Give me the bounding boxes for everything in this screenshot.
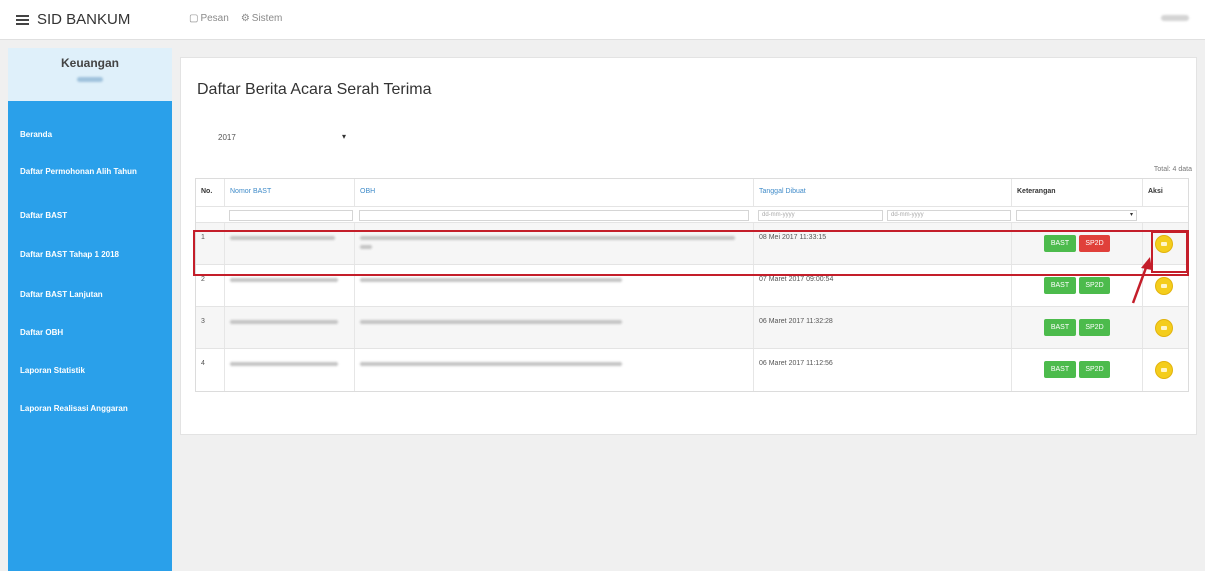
highlight-row-box (193, 230, 1189, 276)
brand-title: SID BANKUM (37, 11, 131, 28)
nav-sistem-label: Sistem (251, 13, 283, 24)
bast-table: No. Nomor BAST OBH Tanggal Dibuat Ketera… (195, 178, 1189, 392)
action-button[interactable] (1155, 361, 1173, 379)
action-icon (1161, 368, 1167, 372)
col-header-tanggal-dibuat[interactable]: Tanggal Dibuat (754, 179, 1012, 206)
row-no: 3 (196, 307, 225, 348)
row-keterangan: BAST SP2D (1012, 307, 1143, 348)
row-tanggal: 06 Maret 2017 11:12:56 (754, 349, 1012, 391)
col-header-nomor-bast[interactable]: Nomor BAST (225, 179, 355, 206)
chevron-down-icon: ▾ (1129, 212, 1133, 218)
sidebar-item-bast-lanjutan[interactable]: Daftar BAST Lanjutan (8, 290, 172, 299)
user-menu[interactable] (1161, 15, 1189, 21)
nav-pesan[interactable]: ▢ Pesan (189, 13, 229, 24)
nav-sistem[interactable]: ⚙ Sistem (241, 13, 283, 24)
row-obh-redacted (355, 307, 754, 348)
year-select[interactable]: 2017 ▾ (209, 126, 355, 148)
sidebar-item-bast-tahap-1[interactable]: Daftar BAST Tahap 1 2018 (8, 250, 172, 259)
row-nomor-bast-redacted (225, 349, 355, 391)
row-tanggal: 06 Maret 2017 11:32:28 (754, 307, 1012, 348)
col-header-no: No. (196, 179, 225, 206)
sidebar-title: Keuangan (60, 56, 119, 70)
action-icon (1161, 284, 1167, 288)
sidebar-item-bast[interactable]: Daftar BAST (8, 211, 172, 220)
message-icon: ▢ (189, 13, 199, 24)
sp2d-badge[interactable]: SP2D (1079, 361, 1110, 378)
sidebar-item-laporan-statistik[interactable]: Laporan Statistik (8, 366, 172, 375)
filter-nomor-bast[interactable] (229, 210, 353, 221)
sidebar-item-laporan-realisasi[interactable]: Laporan Realisasi Anggaran (8, 404, 172, 413)
action-button[interactable] (1155, 319, 1173, 337)
row-aksi (1143, 349, 1190, 391)
row-keterangan: BAST SP2D (1012, 349, 1143, 391)
bast-badge[interactable]: BAST (1044, 361, 1076, 378)
sidebar-item-beranda[interactable]: Beranda (8, 130, 172, 139)
top-nav: ▢ Pesan ⚙ Sistem (189, 13, 282, 24)
table-row[interactable]: 4 06 Maret 2017 11:12:56 BAST SP2D (196, 349, 1188, 391)
col-header-obh[interactable]: OBH (355, 179, 754, 206)
row-nomor-bast-redacted (225, 307, 355, 348)
top-navbar: SID BANKUM ▢ Pesan ⚙ Sistem (0, 0, 1205, 40)
chevron-down-icon: ▾ (341, 132, 346, 141)
annotation-arrow-icon (1131, 257, 1152, 304)
sidebar-item-obh[interactable]: Daftar OBH (8, 328, 172, 337)
nav-pesan-label: Pesan (200, 13, 229, 24)
sidebar-header: Keuangan (8, 48, 172, 101)
filter-obh[interactable] (359, 210, 749, 221)
year-select-value: 2017 (218, 133, 236, 142)
row-no: 4 (196, 349, 225, 391)
filter-date-from[interactable]: dd-mm-yyyy (758, 210, 883, 221)
sp2d-badge[interactable]: SP2D (1079, 319, 1110, 336)
sidebar-subtitle-redacted (77, 77, 103, 82)
row-aksi (1143, 307, 1190, 348)
col-header-aksi: Aksi (1148, 188, 1163, 195)
bast-badge[interactable]: BAST (1044, 277, 1076, 294)
table-row[interactable]: 3 06 Maret 2017 11:32:28 BAST SP2D (196, 307, 1188, 349)
page-title: Daftar Berita Acara Serah Terima (197, 81, 432, 98)
table-header: No. Nomor BAST OBH Tanggal Dibuat Ketera… (196, 179, 1188, 207)
brand[interactable]: SID BANKUM (16, 11, 130, 28)
table-filter-row: dd-mm-yyyy dd-mm-yyyy ▾ (196, 207, 1188, 223)
total-count: Total: 4 data (1153, 166, 1192, 173)
sidebar-item-permohonan-alih-tahun[interactable]: Daftar Permohonan Alih Tahun (8, 167, 138, 177)
bast-badge[interactable]: BAST (1044, 319, 1076, 336)
gear-icon: ⚙ (240, 13, 250, 24)
filter-date-to[interactable]: dd-mm-yyyy (887, 210, 1011, 221)
col-header-keterangan: Keterangan (1012, 179, 1143, 206)
hamburger-menu-icon[interactable] (16, 13, 29, 27)
filter-keterangan-select[interactable]: ▾ (1016, 210, 1137, 221)
row-obh-redacted (355, 349, 754, 391)
sp2d-badge[interactable]: SP2D (1079, 277, 1110, 294)
action-icon (1161, 326, 1167, 330)
sidebar: Keuangan Beranda Daftar Permohonan Alih … (8, 48, 172, 571)
